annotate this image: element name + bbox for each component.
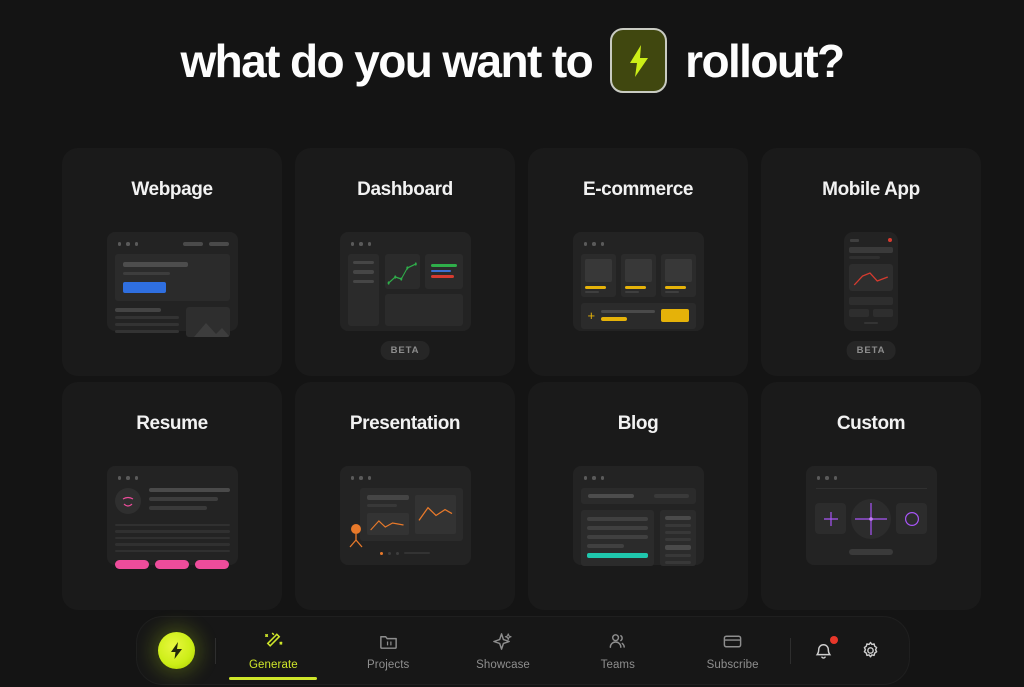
magic-wand-icon	[263, 631, 284, 652]
crosshair-icon	[851, 498, 891, 539]
mock-line-chart	[384, 253, 420, 289]
template-card-webpage[interactable]: Webpage	[62, 148, 282, 376]
card-title: Webpage	[131, 179, 213, 200]
window-dots-icon	[816, 476, 929, 480]
nav-actions	[791, 636, 909, 661]
mock-bar-stats	[424, 253, 463, 289]
presenter-figure-icon	[346, 524, 366, 548]
mock-slide-dots	[348, 551, 463, 555]
mock-accent-bar	[586, 552, 648, 558]
mock-nav-items	[182, 242, 229, 246]
resume-mockup	[62, 466, 282, 570]
status-dot-icon	[888, 238, 892, 242]
status-badge: BETA	[380, 341, 430, 360]
nav-item-teams[interactable]: Teams	[560, 617, 675, 684]
mock-sidebar	[659, 509, 696, 566]
nav-item-subscribe[interactable]: Subscribe	[675, 617, 790, 684]
sparkle-icon	[492, 631, 513, 652]
bell-icon[interactable]	[813, 636, 838, 661]
mock-panel	[384, 293, 463, 326]
template-card-resume[interactable]: Resume	[62, 382, 282, 610]
window-dots-icon	[583, 242, 696, 246]
ecommerce-mockup: +	[528, 232, 748, 331]
circle-icon	[896, 503, 927, 534]
nav-item-generate[interactable]: Generate	[216, 617, 331, 684]
mock-slide	[359, 487, 463, 541]
nav-label: Showcase	[476, 658, 530, 671]
mock-line-chart-secondary	[414, 494, 456, 534]
blog-mockup	[528, 466, 748, 566]
template-card-mobile-app[interactable]: Mobile App BETA	[761, 148, 981, 376]
mock-body-lines	[114, 523, 230, 553]
nav-label: Projects	[367, 658, 410, 671]
mock-cta-button	[122, 281, 167, 293]
page-title: what do you want to rollout?	[0, 28, 1024, 93]
avatar	[114, 488, 141, 514]
template-card-dashboard[interactable]: Dashboard BETA	[295, 148, 515, 376]
active-indicator	[229, 677, 318, 680]
card-title: Mobile App	[822, 179, 920, 200]
mock-footer-bar	[849, 548, 893, 555]
mock-image-placeholder-icon	[185, 306, 230, 337]
window-dots-icon	[583, 476, 696, 480]
card-title: Custom	[836, 413, 906, 434]
template-card-ecommerce[interactable]: E-commerce +	[528, 148, 748, 376]
card-icon	[722, 631, 743, 652]
webpage-mockup	[62, 232, 282, 337]
mock-skill-tags	[114, 560, 230, 570]
mobile-app-mockup	[761, 232, 981, 331]
nav-label: Generate	[249, 658, 298, 671]
window-dots-icon	[350, 242, 463, 246]
nav-items: Generate Projects Showcase Teams Subscri…	[216, 617, 790, 684]
template-card-presentation[interactable]: Presentation	[295, 382, 515, 610]
users-icon	[607, 631, 628, 652]
folder-icon	[378, 631, 399, 652]
card-title: Presentation	[349, 413, 461, 434]
gear-icon[interactable]	[860, 640, 881, 661]
mock-sidebar	[347, 253, 379, 326]
template-card-custom[interactable]: Custom	[761, 382, 981, 610]
mock-home-indicator	[864, 322, 878, 324]
mock-status-bar	[849, 238, 893, 242]
window-dots-icon	[117, 476, 230, 480]
nav-label: Subscribe	[706, 658, 759, 671]
template-card-grid: Webpage Dashboard BETA E-commerce + Mobi…	[62, 148, 982, 610]
plus-icon: +	[587, 308, 596, 323]
app-logo-button[interactable]	[137, 632, 215, 669]
custom-mockup	[761, 466, 981, 565]
mock-line-chart	[849, 264, 893, 291]
lightning-bolt-icon	[610, 28, 668, 93]
lightning-bolt-logo-icon	[157, 632, 195, 669]
card-title: Dashboard	[357, 179, 453, 200]
card-title: Resume	[136, 413, 208, 434]
nav-label: Teams	[600, 658, 635, 671]
mock-text-lines	[114, 307, 179, 338]
mock-text-lines	[148, 487, 230, 515]
presentation-mockup	[295, 466, 515, 565]
nav-item-showcase[interactable]: Showcase	[446, 617, 561, 684]
window-dots-icon	[350, 476, 463, 480]
nav-item-projects[interactable]: Projects	[331, 617, 446, 684]
dashboard-mockup	[295, 232, 515, 331]
mock-hero	[114, 253, 230, 301]
page-title-after: rollout?	[685, 34, 845, 87]
template-card-blog[interactable]: Blog	[528, 382, 748, 610]
mock-line-chart	[366, 512, 409, 535]
status-badge: BETA	[846, 341, 896, 360]
card-title: Blog	[617, 413, 659, 434]
notification-badge	[830, 636, 838, 644]
mock-cart-bar: +	[580, 302, 696, 329]
app-root: what do you want to rollout? Webpage Das…	[0, 0, 1024, 687]
page-title-before: what do you want to	[180, 34, 593, 87]
mock-buy-button	[660, 309, 689, 322]
bottom-navigation-bar: Generate Projects Showcase Teams Subscri…	[137, 617, 909, 684]
plus-icon	[815, 503, 846, 534]
mock-header-bar	[580, 487, 696, 504]
mock-product-grid	[580, 253, 696, 297]
mock-article	[580, 509, 654, 566]
card-title: E-commerce	[582, 179, 694, 200]
